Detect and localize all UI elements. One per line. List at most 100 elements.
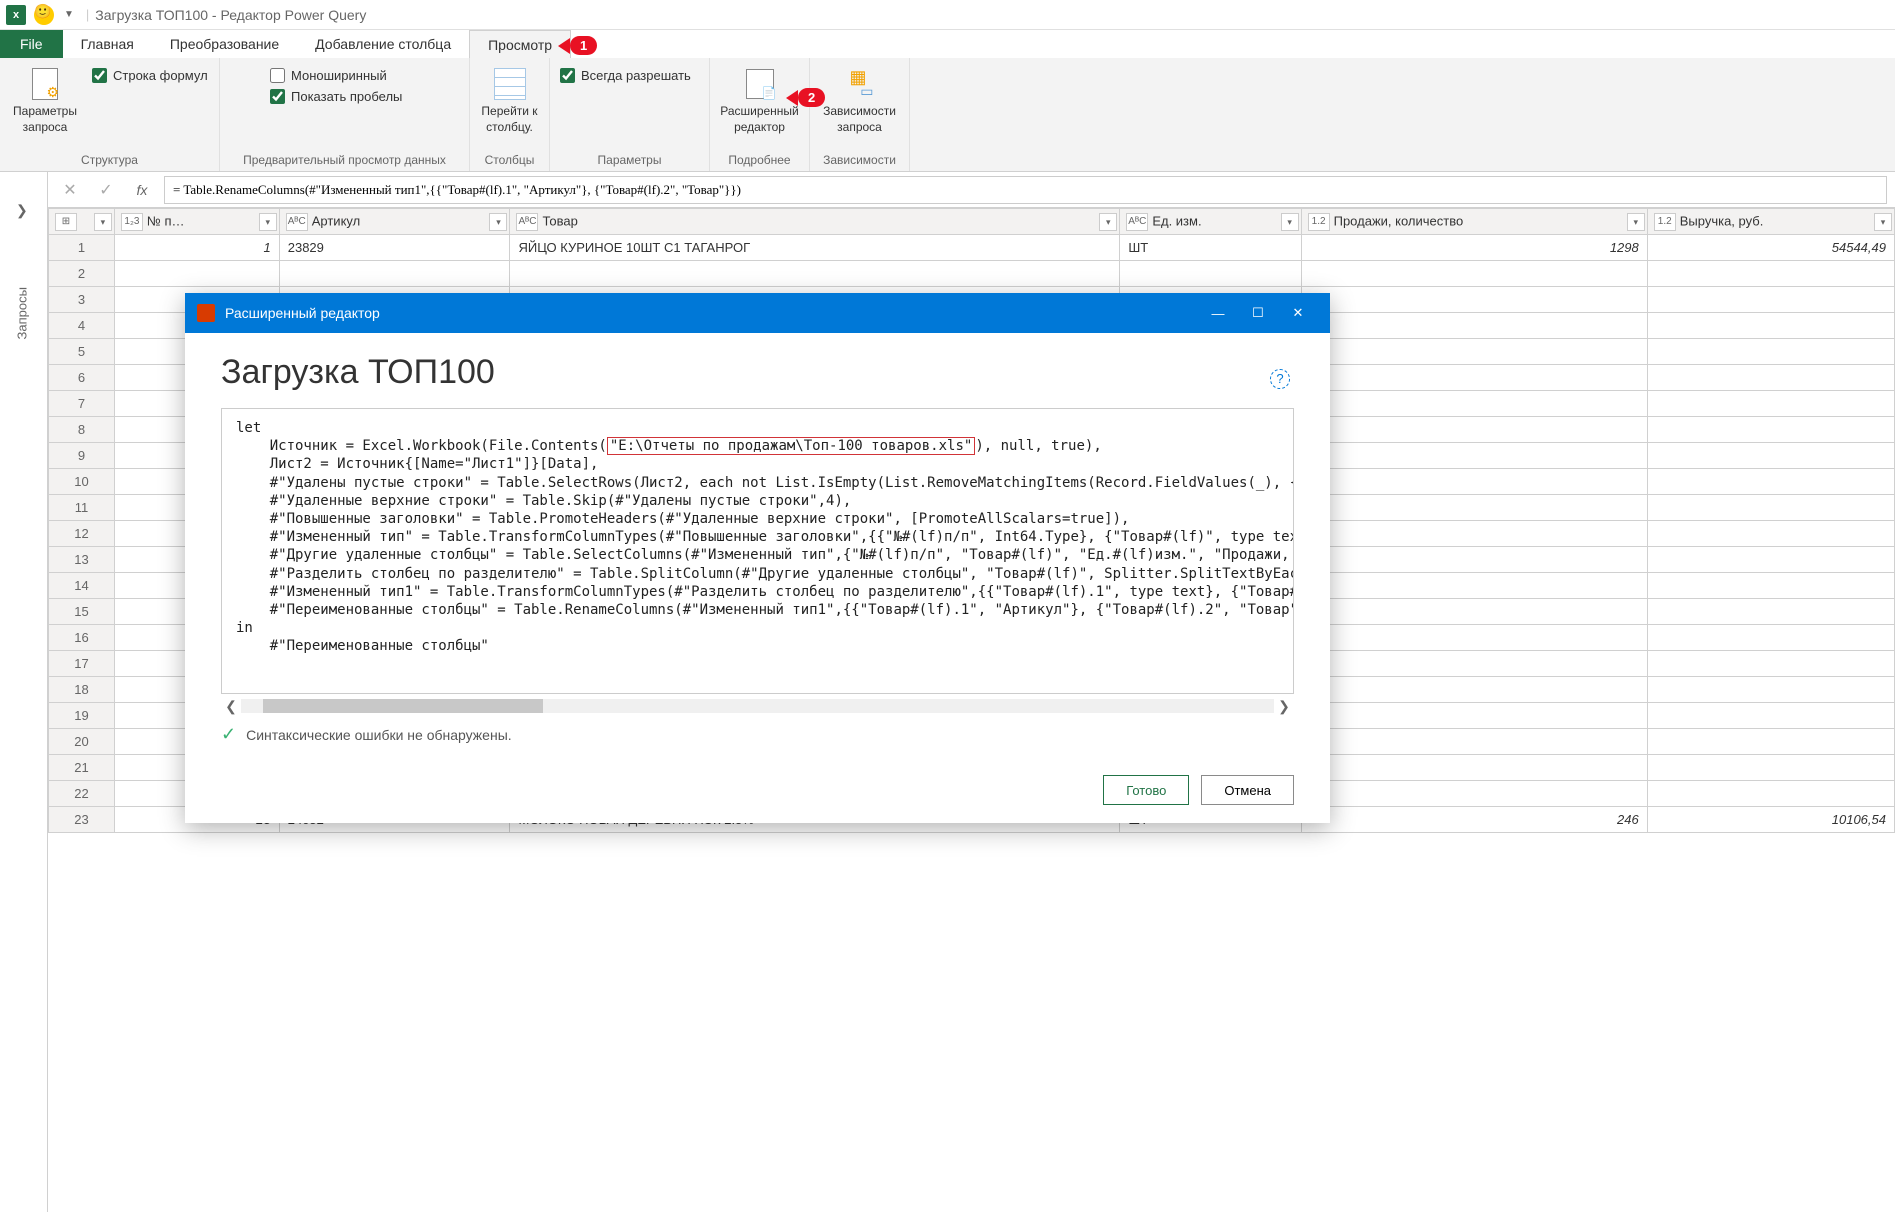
scroll-right-icon[interactable]: ❯	[1274, 698, 1294, 715]
col-header-rev[interactable]: 1.2Выручка, руб.▾	[1647, 209, 1894, 235]
goto-column-button[interactable]: Перейти к столбцу.	[480, 68, 539, 135]
cell-ed[interactable]: ШТ	[1120, 235, 1301, 261]
cell-qty[interactable]	[1301, 365, 1647, 391]
cell-rev[interactable]	[1647, 781, 1894, 807]
help-icon[interactable]: ?	[1270, 369, 1290, 389]
col-header-tovar[interactable]: AᴮCТовар▾	[510, 209, 1120, 235]
monospace-checkbox[interactable]: Моноширинный	[270, 68, 402, 83]
smiley-icon[interactable]	[34, 5, 54, 25]
col-header-ed[interactable]: AᴮCЕд. изм.▾	[1120, 209, 1301, 235]
always-allow-checkbox[interactable]: Всегда разрешать	[560, 68, 691, 83]
cell-rev[interactable]: 10106,54	[1647, 807, 1894, 833]
horizontal-scrollbar[interactable]: ❮ ❯	[221, 696, 1294, 716]
col-header-np[interactable]: 1₂3№ п…▾	[114, 209, 279, 235]
col-header-artikul[interactable]: AᴮCАртикул▾	[279, 209, 510, 235]
cell-rev[interactable]	[1647, 313, 1894, 339]
cell-qty[interactable]	[1301, 599, 1647, 625]
cell-qty[interactable]: 246	[1301, 807, 1647, 833]
cell-tovar[interactable]: ЯЙЦО КУРИНОЕ 10ШТ С1 ТАГАНРОГ	[510, 235, 1120, 261]
accept-formula-icon[interactable]: ✓	[92, 176, 120, 204]
cell-qty[interactable]	[1301, 391, 1647, 417]
cell-rev[interactable]	[1647, 495, 1894, 521]
show-whitespace-checkbox[interactable]: Показать пробелы	[270, 89, 402, 104]
close-icon[interactable]: ✕	[1278, 305, 1318, 321]
cell-rev[interactable]	[1647, 573, 1894, 599]
cell-np[interactable]	[114, 261, 279, 287]
cell-rev[interactable]	[1647, 339, 1894, 365]
table-menu-dropdown[interactable]: ▾	[94, 213, 112, 231]
cell-ed[interactable]	[1120, 261, 1301, 287]
cell-qty[interactable]	[1301, 469, 1647, 495]
cell-qty[interactable]	[1301, 287, 1647, 313]
code-editor[interactable]: let Источник = Excel.Workbook(File.Conte…	[221, 408, 1294, 694]
maximize-icon[interactable]: ☐	[1238, 305, 1278, 321]
cell-qty[interactable]	[1301, 703, 1647, 729]
scroll-left-icon[interactable]: ❮	[221, 698, 241, 715]
qa-dropdown[interactable]: ▼	[64, 9, 74, 20]
cell-artikul[interactable]	[279, 261, 510, 287]
cell-rev[interactable]	[1647, 417, 1894, 443]
cell-qty[interactable]	[1301, 651, 1647, 677]
query-settings-button[interactable]: Параметры запроса	[10, 68, 80, 135]
table-row[interactable]: 1123829ЯЙЦО КУРИНОЕ 10ШТ С1 ТАГАНРОГШТ12…	[49, 235, 1895, 261]
cell-rev[interactable]	[1647, 391, 1894, 417]
tab-file[interactable]: File	[0, 30, 63, 58]
filter-dropdown[interactable]: ▾	[1627, 213, 1645, 231]
scroll-thumb[interactable]	[263, 699, 543, 713]
cell-rev[interactable]	[1647, 287, 1894, 313]
formula-input[interactable]	[164, 176, 1887, 204]
cell-qty[interactable]	[1301, 521, 1647, 547]
cell-rev[interactable]	[1647, 365, 1894, 391]
cell-rev[interactable]	[1647, 469, 1894, 495]
cell-rev[interactable]: 54544,49	[1647, 235, 1894, 261]
table-corner[interactable]: ⊞▾	[49, 209, 115, 235]
minimize-icon[interactable]: —	[1198, 306, 1238, 321]
cancel-formula-icon[interactable]: ✕	[56, 176, 84, 204]
expand-queries-icon[interactable]: ❯	[16, 202, 28, 219]
cell-qty[interactable]	[1301, 677, 1647, 703]
cell-qty[interactable]: 1298	[1301, 235, 1647, 261]
cell-rev[interactable]	[1647, 547, 1894, 573]
cell-rev[interactable]	[1647, 443, 1894, 469]
filter-dropdown[interactable]: ▾	[489, 213, 507, 231]
cell-rev[interactable]	[1647, 677, 1894, 703]
cell-qty[interactable]	[1301, 573, 1647, 599]
cell-qty[interactable]	[1301, 547, 1647, 573]
dialog-titlebar[interactable]: Расширенный редактор — ☐ ✕	[185, 293, 1330, 333]
filter-dropdown[interactable]: ▾	[259, 213, 277, 231]
cell-qty[interactable]	[1301, 339, 1647, 365]
cell-rev[interactable]	[1647, 755, 1894, 781]
filter-dropdown[interactable]: ▾	[1281, 213, 1299, 231]
cell-qty[interactable]	[1301, 755, 1647, 781]
cell-rev[interactable]	[1647, 599, 1894, 625]
cell-np[interactable]: 1	[114, 235, 279, 261]
col-header-qty[interactable]: 1.2Продажи, количество▾	[1301, 209, 1647, 235]
tab-home[interactable]: Главная	[63, 30, 152, 58]
done-button[interactable]: Готово	[1103, 775, 1189, 805]
cell-qty[interactable]	[1301, 313, 1647, 339]
cell-rev[interactable]	[1647, 703, 1894, 729]
cancel-button[interactable]: Отмена	[1201, 775, 1294, 805]
cell-qty[interactable]	[1301, 443, 1647, 469]
cell-artikul[interactable]: 23829	[279, 235, 510, 261]
fx-icon[interactable]: fx	[128, 176, 156, 204]
tab-view[interactable]: Просмотр	[469, 30, 571, 58]
cell-qty[interactable]	[1301, 261, 1647, 287]
cell-tovar[interactable]	[510, 261, 1120, 287]
tab-transform[interactable]: Преобразование	[152, 30, 297, 58]
cell-qty[interactable]	[1301, 625, 1647, 651]
filter-dropdown[interactable]: ▾	[1099, 213, 1117, 231]
cell-qty[interactable]	[1301, 781, 1647, 807]
cell-rev[interactable]	[1647, 625, 1894, 651]
cell-rev[interactable]	[1647, 521, 1894, 547]
table-row[interactable]: 2	[49, 261, 1895, 287]
cell-rev[interactable]	[1647, 729, 1894, 755]
filter-dropdown[interactable]: ▾	[1874, 213, 1892, 231]
cell-rev[interactable]	[1647, 651, 1894, 677]
cell-qty[interactable]	[1301, 495, 1647, 521]
formula-bar-checkbox[interactable]: Строка формул	[92, 68, 208, 83]
cell-rev[interactable]	[1647, 261, 1894, 287]
cell-qty[interactable]	[1301, 729, 1647, 755]
tab-add-column[interactable]: Добавление столбца	[297, 30, 469, 58]
cell-qty[interactable]	[1301, 417, 1647, 443]
